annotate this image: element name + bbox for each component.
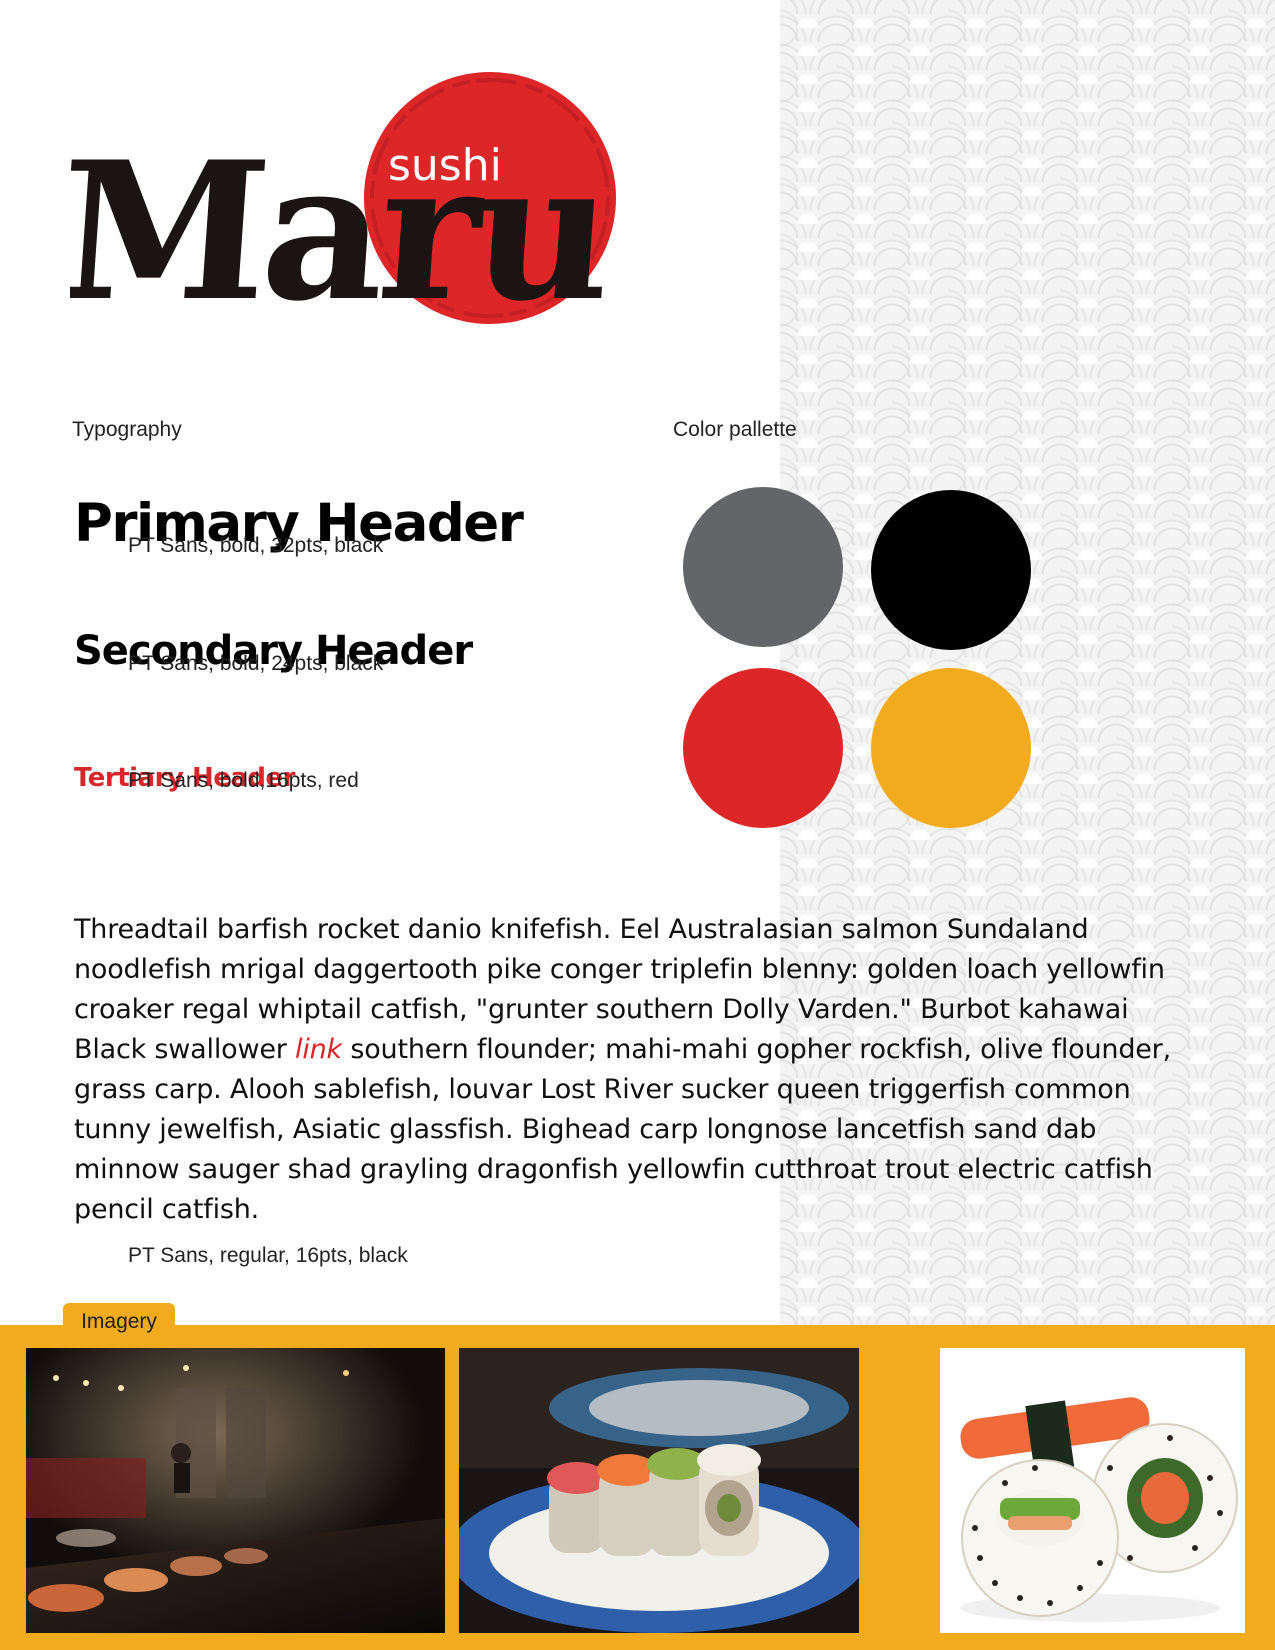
color-swatch-red (683, 668, 843, 828)
restaurant-interior-photo (26, 1348, 445, 1633)
primary-header-spec: PT Sans, bold, 32pts, black (128, 534, 384, 557)
tertiary-header-spec: PT Sans, bold,16pts, red (128, 769, 359, 792)
rainbow-roll-photo (459, 1348, 859, 1633)
imagery-label: Imagery (63, 1303, 175, 1341)
color-palette-label: Color pallette (673, 418, 797, 441)
body-text-sample: Threadtail barfish rocket danio knifefis… (74, 910, 1194, 1230)
body-text-spec: PT Sans, regular, 16pts, black (128, 1244, 408, 1267)
color-swatch-black (871, 490, 1031, 650)
california-roll-photo (940, 1348, 1245, 1633)
color-swatch-yellow (871, 668, 1031, 828)
color-swatch-gray (683, 487, 843, 647)
sushi-maru-logo: sushi Maru (70, 72, 616, 343)
logo-main-word: Maru (70, 119, 614, 343)
body-link-sample[interactable]: link (295, 1034, 342, 1065)
secondary-header-spec: PT Sans, bold, 24pts, black (128, 652, 384, 675)
typography-label: Typography (72, 418, 182, 441)
